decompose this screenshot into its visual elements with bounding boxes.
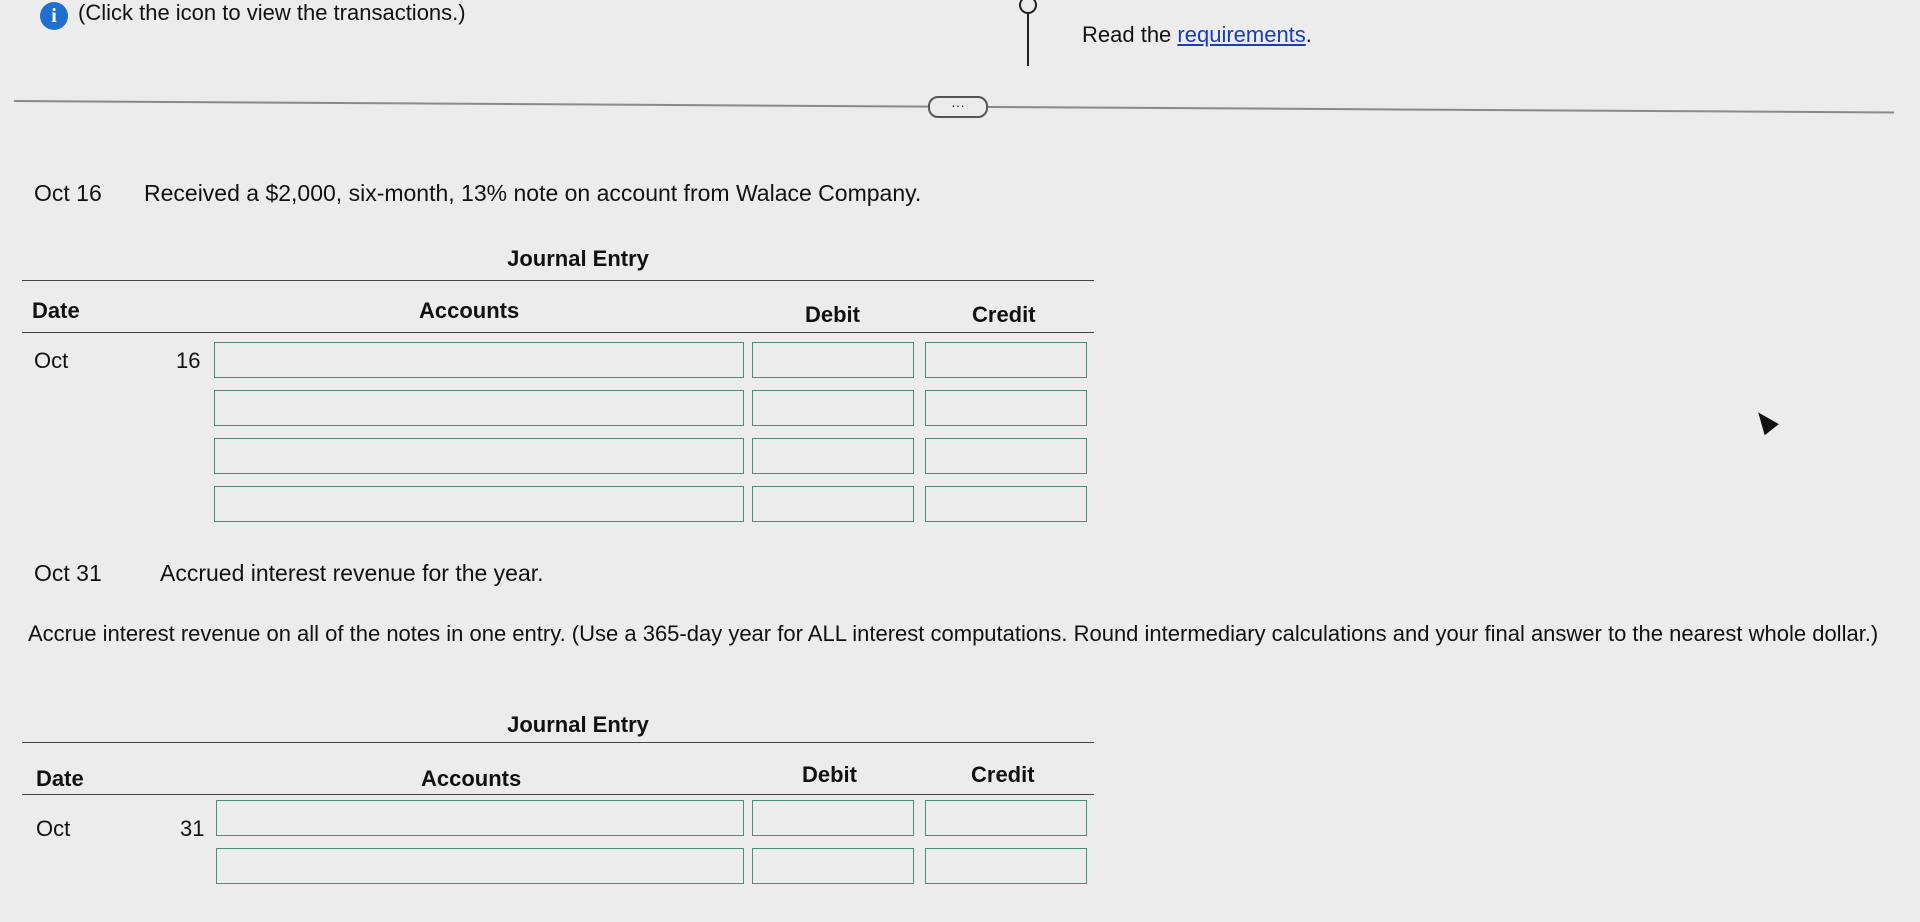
credit-input[interactable] xyxy=(925,390,1087,426)
credit-input[interactable] xyxy=(925,800,1087,836)
requirements-suffix: . xyxy=(1305,22,1312,47)
accrual-instructions: Accrue interest revenue on all of the no… xyxy=(28,621,1879,646)
entry-day: 16 xyxy=(176,348,201,373)
journal-header-rule xyxy=(22,332,1094,333)
col-credit: Credit xyxy=(971,762,1035,787)
journal-title: Journal Entry xyxy=(507,246,649,271)
credit-input[interactable] xyxy=(925,342,1087,378)
requirements-link[interactable]: requirements xyxy=(1177,22,1305,47)
transaction-oct16: Oct 16 Received a $2,000, six-month, 13% … xyxy=(34,180,921,207)
debit-input[interactable] xyxy=(752,800,914,836)
info-icon[interactable]: i xyxy=(40,2,68,30)
instruction-text: (Click the icon to view the transactions… xyxy=(78,0,466,25)
more-button[interactable]: ··· xyxy=(928,96,988,118)
account-input[interactable] xyxy=(214,486,744,522)
account-input[interactable] xyxy=(214,438,744,474)
transaction-description: Accrued interest revenue for the year. xyxy=(160,560,544,586)
account-input[interactable] xyxy=(214,390,744,426)
col-date: Date xyxy=(32,298,80,323)
credit-input[interactable] xyxy=(925,486,1087,522)
col-debit: Debit xyxy=(802,762,857,787)
transaction-description: Received a $2,000, six-month, 13% note o… xyxy=(144,180,922,206)
transaction-oct31: Oct 31 Accrued interest revenue for the y… xyxy=(34,560,544,587)
transaction-date: Oct 31 xyxy=(34,560,102,586)
debit-input[interactable] xyxy=(752,486,914,522)
col-credit: Credit xyxy=(972,302,1036,327)
col-accounts: Accounts xyxy=(419,298,520,323)
col-date: Date xyxy=(36,766,84,791)
account-input[interactable] xyxy=(216,800,744,836)
account-input[interactable] xyxy=(216,848,744,884)
journal-title: Journal Entry xyxy=(507,712,649,737)
journal-entry-oct16: Journal Entry Date Accounts Debit Credit… xyxy=(22,246,1094,526)
journal-title-rule xyxy=(22,280,1094,281)
transaction-date: Oct 16 xyxy=(34,180,102,206)
credit-input[interactable] xyxy=(925,848,1087,884)
journal-header-rule xyxy=(22,794,1094,795)
entry-month: Oct xyxy=(36,816,71,841)
mouse-cursor-icon xyxy=(1751,406,1779,436)
account-input[interactable] xyxy=(214,342,744,378)
col-accounts: Accounts xyxy=(421,766,522,791)
debit-input[interactable] xyxy=(752,438,914,474)
journal-title-rule xyxy=(22,742,1094,743)
entry-month: Oct xyxy=(34,348,69,373)
top-bar: i (Click the icon to view the transactio… xyxy=(0,0,1920,100)
entry-day: 31 xyxy=(180,816,205,841)
panel-divider xyxy=(1019,0,1037,66)
credit-input[interactable] xyxy=(925,438,1087,474)
col-debit: Debit xyxy=(805,302,860,327)
debit-input[interactable] xyxy=(752,342,914,378)
requirements-line: Read the requirements. xyxy=(1082,22,1312,48)
debit-input[interactable] xyxy=(752,390,914,426)
journal-entry-oct31: Journal Entry Date Accounts Debit Credit… xyxy=(22,712,1094,892)
debit-input[interactable] xyxy=(752,848,914,884)
requirements-prefix: Read the xyxy=(1082,22,1178,47)
